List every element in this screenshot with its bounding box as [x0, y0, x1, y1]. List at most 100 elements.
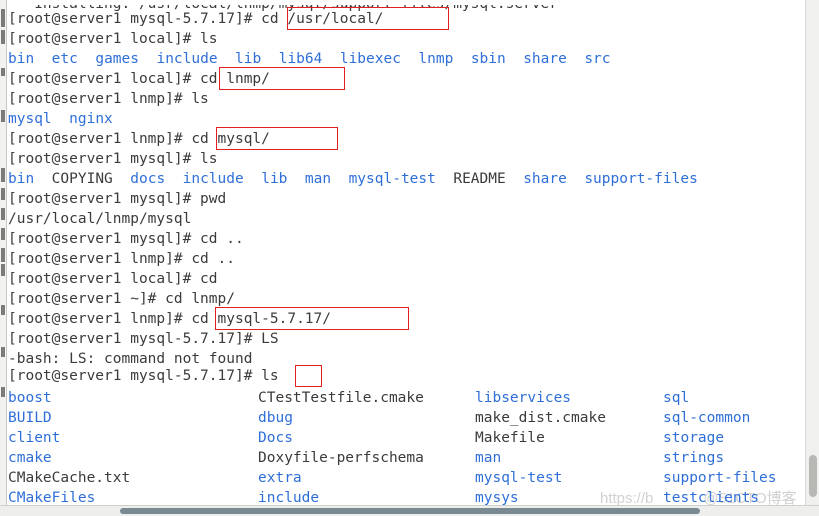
directory-entry: etc — [51, 51, 78, 67]
directory-entry: src — [584, 51, 611, 67]
directory-entry: mysql — [8, 111, 52, 127]
terminal-output-area[interactable]: -- Installing: /usr/local/lnmp/mysql/sup… — [8, 0, 808, 506]
gutter-mark — [1, 110, 5, 122]
directory-entry: bin — [8, 51, 35, 67]
directory-entry: cmake — [8, 450, 52, 466]
directory-entry: storage — [663, 430, 725, 446]
top-clip-mask — [0, 0, 819, 5]
directory-entry: client — [8, 430, 61, 446]
gutter-mark — [1, 9, 5, 27]
terminal-line: [root@server1 mysql]# pwd — [8, 189, 226, 209]
terminal-line: [root@server1 local]# cd — [8, 269, 218, 289]
terminal-text: [root@server1 mysql-5.7.17]# cd /usr/loc… — [8, 11, 384, 27]
terminal-text: [root@server1 lnmp]# cd .. — [8, 251, 235, 267]
directory-entry: share — [523, 171, 567, 187]
directory-entry: mysql-test — [475, 470, 563, 486]
listing-entry: Doxyfile-perfschema — [258, 448, 424, 468]
directory-entry: strings — [663, 450, 725, 466]
directory-entry: bin — [8, 171, 35, 187]
terminal-text: [root@server1 mysql-5.7.17]# LS — [8, 331, 279, 347]
terminal-line: [root@server1 lnmp]# cd mysql/ — [8, 129, 270, 149]
horizontal-scrollbar[interactable] — [0, 505, 819, 516]
terminal-text: [root@server1 local]# ls — [8, 31, 218, 47]
directory-entry: lnmp — [418, 51, 454, 67]
listing-entry: CTestTestfile.cmake — [258, 388, 424, 408]
terminal-line: mysql nginx — [8, 109, 113, 129]
directory-entry: CMakeFiles — [8, 490, 96, 506]
directory-entry: man — [304, 171, 332, 187]
listing-entry: make_dist.cmake — [475, 408, 606, 428]
directory-entry: games — [95, 51, 139, 67]
directory-entry: mysys — [475, 490, 519, 506]
terminal-text: [root@server1 mysql]# cd .. — [8, 231, 244, 247]
file-entry: CMakeCache.txt — [8, 470, 131, 486]
listing-entry: cmake — [8, 448, 52, 468]
directory-entry: dbug — [258, 410, 293, 426]
directory-entry: libexec — [339, 51, 401, 67]
directory-entry: libservices — [475, 390, 572, 406]
directory-entry: man — [475, 450, 502, 466]
directory-entry: share — [523, 51, 567, 67]
listing-entry: boost — [8, 388, 52, 408]
terminal-line: [root@server1 ~]# cd lnmp/ — [8, 289, 235, 309]
listing-entry: BUILD — [8, 408, 52, 428]
terminal-text: [root@server1 lnmp]# ls — [8, 91, 209, 107]
file-entry: make_dist.cmake — [475, 410, 606, 426]
listing-entry: Makefile — [475, 428, 545, 448]
directory-entry: lib — [235, 51, 262, 67]
file-entry: COPYING — [51, 171, 113, 187]
terminal-text: [root@server1 mysql-5.7.17]# ls — [8, 368, 279, 384]
listing-entry: mysql-test — [475, 468, 562, 488]
gutter-mark — [1, 387, 5, 397]
directory-entry: sql-common — [663, 410, 751, 426]
listing-entry: libservices — [475, 388, 571, 408]
terminal-window[interactable]: -- Installing: /usr/local/lnmp/mysql/sup… — [0, 0, 819, 516]
left-gutter — [0, 0, 7, 516]
vertical-scrollbar[interactable] — [805, 0, 819, 505]
terminal-line: [root@server1 lnmp]# cd mysql-5.7.17/ — [8, 309, 331, 329]
file-entry: Makefile — [475, 430, 545, 446]
gutter-mark — [1, 30, 5, 44]
terminal-text: [root@server1 mysql]# ls — [8, 151, 218, 167]
terminal-line: [root@server1 mysql-5.7.17]# ls — [8, 366, 279, 386]
terminal-text: [root@server1 local]# cd — [8, 271, 218, 287]
gutter-mark — [1, 264, 5, 276]
file-entry: Doxyfile-perfschema — [258, 450, 424, 466]
gutter-mark — [1, 248, 5, 262]
gutter-mark — [1, 168, 5, 182]
directory-entry: Docs — [258, 430, 293, 446]
terminal-text: [root@server1 lnmp]# cd mysql-5.7.17/ — [8, 311, 332, 327]
gutter-mark — [1, 188, 5, 200]
directory-entry: extra — [258, 470, 302, 486]
terminal-line: [root@server1 mysql-5.7.17]# LS — [8, 329, 279, 349]
directory-entry: sql — [663, 390, 690, 406]
terminal-line: [root@server1 local]# cd lnmp/ — [8, 69, 270, 89]
directory-entry: include — [156, 51, 218, 67]
vertical-scrollbar-thumb[interactable] — [809, 455, 817, 497]
listing-entry: strings — [663, 448, 724, 468]
terminal-line: /usr/local/lnmp/mysql — [8, 209, 191, 229]
directory-entry: nginx — [69, 111, 113, 127]
directory-entry: docs — [130, 171, 166, 187]
gutter-mark — [1, 305, 5, 315]
directory-entry: mysql-test — [348, 171, 436, 187]
listing-entry: man — [475, 448, 501, 468]
terminal-line: [root@server1 lnmp]# ls — [8, 89, 209, 109]
terminal-text: [root@server1 ~]# cd lnmp/ — [8, 291, 235, 307]
directory-entry: support-files — [584, 171, 698, 187]
horizontal-scrollbar-thumb[interactable] — [120, 508, 700, 514]
